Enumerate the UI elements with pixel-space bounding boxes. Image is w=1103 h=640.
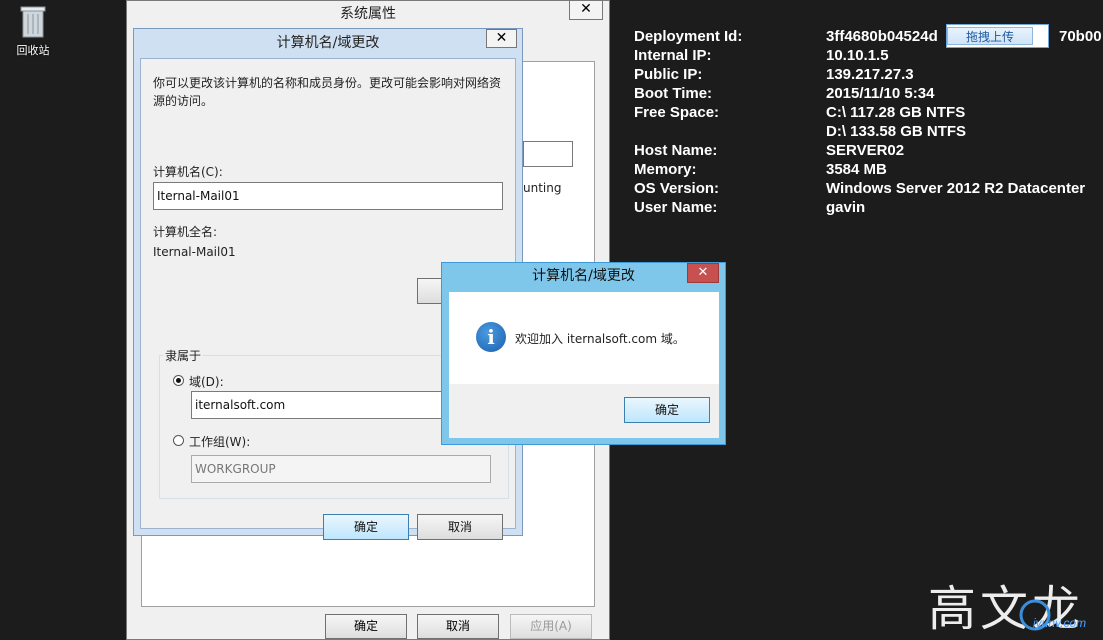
bginfo-value: C:\ 117.28 GB NTFS <box>826 104 966 121</box>
workgroup-input[interactable]: WORKGROUP <box>191 455 491 483</box>
computer-name-input[interactable]: Iternal-Mail01 <box>153 182 503 210</box>
domain-label: 域(D): <box>189 375 224 389</box>
member-of-label: 隶属于 <box>163 347 204 364</box>
bginfo-key: Free Space: <box>634 104 720 121</box>
button-area: 确定 <box>449 384 719 438</box>
full-name-value: Iternal-Mail01 <box>153 245 236 259</box>
bginfo-key: Memory: <box>634 161 697 178</box>
bginfo-row: OS Version: Windows Server 2012 R2 Datace… <box>634 179 1085 198</box>
description-field[interactable] <box>523 141 573 167</box>
ok-button[interactable]: 确定 <box>325 614 407 639</box>
bginfo-value: 3ff4680b04524d <box>826 28 938 45</box>
message-area: i 欢迎加入 iternalsoft.com 域。 <box>449 292 719 384</box>
bginfo-panel: Deployment Id: 3ff4680b04524d Internal IP:… <box>634 27 1085 217</box>
watermark-logo: iyunv.com <box>1015 595 1095 635</box>
close-button[interactable]: ✕ <box>569 0 603 20</box>
bginfo-row: Host Name: SERVER02 <box>634 141 1085 160</box>
description-line-1: 你可以更改该计算机的名称和成员身份。更改可能会影响对网络资 <box>153 76 502 90</box>
bginfo-value: 10.10.1.5 <box>826 47 889 64</box>
watermark-site: iyunv.com <box>1033 616 1086 630</box>
workgroup-label: 工作组(W): <box>189 435 251 449</box>
bginfo-value: Windows Server 2012 R2 Datacenter <box>826 180 1086 197</box>
workgroup-radio[interactable] <box>173 435 184 446</box>
bginfo-value: SERVER02 <box>826 142 905 159</box>
bginfo-key: Public IP: <box>634 66 703 83</box>
computer-name-label: 计算机名(C): <box>153 165 223 179</box>
bginfo-row: Memory: 3584 MB <box>634 160 1085 179</box>
bginfo-row: User Name: gavin <box>634 198 1085 217</box>
bginfo-key: Host Name: <box>634 142 718 159</box>
bginfo-value: D:\ 133.58 GB NTFS <box>826 123 967 140</box>
bginfo-value: 2015/11/10 5:34 <box>826 85 935 102</box>
window-title: 系统属性 <box>340 6 396 22</box>
bginfo-id-suffix: 70b00 <box>1059 28 1102 45</box>
bginfo-key: OS Version: <box>634 180 720 197</box>
bginfo-row: D:\ 133.58 GB NTFS <box>634 122 1085 141</box>
bginfo-key: Boot Time: <box>634 85 713 102</box>
cancel-button[interactable]: 取消 <box>417 614 499 639</box>
bginfo-row: Boot Time: 2015/11/10 5:34 <box>634 84 1085 103</box>
baidu-upload-widget[interactable]: 拖拽上传 <box>946 24 1049 48</box>
dialog-title: 计算机名/域更改 <box>276 35 380 51</box>
bginfo-row: Internal IP: 10.10.1.5 <box>634 46 1085 65</box>
domain-radio[interactable] <box>173 375 184 386</box>
welcome-dialog: 计算机名/域更改 ✕ i 欢迎加入 iternalsoft.com 域。 确定 <box>441 262 726 445</box>
bginfo-value: gavin <box>826 199 866 216</box>
close-button[interactable]: ✕ <box>687 263 719 283</box>
ok-button[interactable]: 确定 <box>624 397 710 423</box>
bginfo-key <box>634 122 826 141</box>
description-line-2: 源的访问。 <box>153 94 214 108</box>
bginfo-row: Public IP: 139.217.27.3 <box>634 65 1085 84</box>
bginfo-key: User Name: <box>634 199 718 216</box>
drag-upload-button[interactable]: 拖拽上传 <box>947 27 1033 45</box>
close-button[interactable]: ✕ <box>486 29 517 48</box>
full-name-label: 计算机全名: <box>153 225 218 239</box>
partial-text: unting <box>523 181 562 195</box>
recycle-bin-label: 回收站 <box>16 44 50 57</box>
apply-button[interactable]: 应用(A) <box>510 614 592 639</box>
dialog-title: 计算机名/域更改 <box>532 268 635 284</box>
recycle-bin[interactable]: 回收站 <box>10 4 56 58</box>
ok-button[interactable]: 确定 <box>323 514 409 540</box>
recycle-bin-icon <box>20 4 46 38</box>
bginfo-value: 3584 MB <box>826 161 887 178</box>
bginfo-key: Internal IP: <box>634 47 712 64</box>
cancel-button[interactable]: 取消 <box>417 514 503 540</box>
bginfo-row: Free Space: C:\ 117.28 GB NTFS <box>634 103 1085 122</box>
welcome-message: 欢迎加入 iternalsoft.com 域。 <box>515 332 685 346</box>
info-icon: i <box>476 322 506 352</box>
bginfo-value: 139.217.27.3 <box>826 66 914 83</box>
bginfo-key: Deployment Id: <box>634 28 743 45</box>
